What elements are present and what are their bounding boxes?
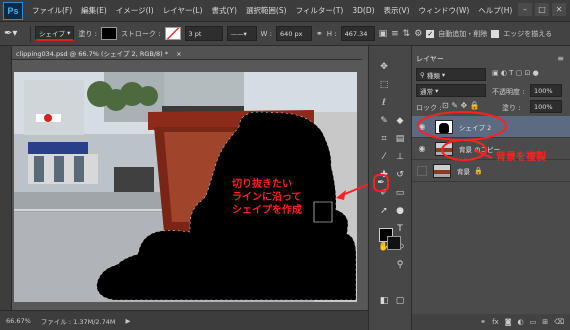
height-field[interactable]: 467.34	[340, 26, 375, 41]
stamp-tool-icon[interactable]: ⊥	[393, 150, 407, 164]
status-bar: 66.67% ファイル : 1.37M/2.74M ▶	[0, 310, 368, 330]
menu-window[interactable]: ウィンドウ(W)	[419, 5, 470, 16]
divider	[30, 25, 31, 42]
annotation-circles	[417, 111, 507, 161]
eraser-tool-icon[interactable]: ▭	[393, 186, 407, 200]
restore-button[interactable]: □	[535, 3, 549, 16]
panel-menu-icon[interactable]: ≡	[557, 54, 564, 63]
shape-mode-label: シェイプ	[39, 30, 65, 38]
history-brush-tool-icon[interactable]: ↺	[393, 168, 407, 182]
photoshop-logo-icon: Ps	[3, 1, 23, 20]
toolbox: ✥ ⬚ ℓ ✎ ⌗ ⁄ ✚ ✐ ⊥ ↺ ▭ ▤ ◆ ● ✒ T ➚ ⬭ ✋ ⚲ …	[368, 46, 412, 330]
fx-icon[interactable]: fx	[492, 318, 499, 326]
menu-3d[interactable]: 3D(D)	[352, 6, 374, 15]
left-strip	[0, 46, 12, 330]
type-tool-icon[interactable]: T	[393, 222, 407, 236]
menu-view[interactable]: 表示(V)	[384, 5, 410, 16]
auto-add-checkbox[interactable]: ✓	[426, 29, 435, 38]
minimize-button[interactable]: –	[518, 3, 532, 16]
zoom-level[interactable]: 66.67%	[6, 317, 31, 325]
menu-image[interactable]: イメージ(I)	[116, 5, 154, 16]
document-tab[interactable]: clipping034.psd @ 66.7% (シェイプ 2, RGB/8) …	[12, 46, 362, 60]
opacity-label: 不透明度 :	[492, 88, 525, 96]
new-layer-icon[interactable]: ⊞	[542, 318, 548, 326]
lasso-tool-icon[interactable]: ℓ	[377, 96, 391, 110]
link-layers-icon[interactable]: ⚭	[480, 318, 486, 326]
menu-filter[interactable]: フィルター(T)	[296, 5, 344, 16]
quick-select-tool-icon[interactable]: ✎	[377, 114, 391, 128]
blend-mode-dropdown[interactable]: 通常 ▾	[416, 84, 486, 97]
screen-mode-icon[interactable]: ▢	[393, 294, 407, 308]
menu-bar: Ps ファイル(F) 編集(E) イメージ(I) レイヤー(L) 書式(Y) 選…	[0, 0, 570, 22]
fill-swatch[interactable]	[100, 27, 117, 40]
background-color-swatch[interactable]	[387, 236, 401, 250]
file-info: ファイル : 1.37M/2.74M	[40, 317, 116, 326]
dodge-tool-icon[interactable]: ●	[393, 204, 407, 218]
canvas-image	[14, 72, 357, 302]
path-select-tool-icon[interactable]: ➚	[377, 204, 391, 218]
layers-panel-tab[interactable]: レイヤー	[416, 54, 444, 64]
status-arrow-icon[interactable]: ▶	[125, 317, 130, 325]
window-controls: – □ ✕	[518, 3, 566, 16]
opacity-field[interactable]: 100%	[530, 84, 562, 97]
arrange-icon[interactable]: ⇅	[403, 29, 411, 39]
width-field[interactable]: 640 px	[276, 26, 313, 41]
group-icon[interactable]: ▭	[530, 318, 537, 326]
zoom-tool-icon[interactable]: ⚲	[393, 258, 407, 272]
layers-panel: レイヤー ≡ ⚲ 種類 ▾ ▣ ◐ T ▢ ⊡ ● 通常 ▾ 不透明度 : 10…	[412, 46, 570, 330]
layer-filter-dropdown[interactable]: ⚲ 種類 ▾	[416, 68, 486, 81]
pen-tool-preset-icon[interactable]: ✒▾	[4, 28, 26, 39]
width-label: W :	[260, 29, 273, 38]
document-title: clipping034.psd @ 66.7% (シェイプ 2, RGB/8) …	[16, 50, 169, 58]
layer-mask-icon[interactable]: ◙	[505, 318, 512, 326]
canvas-area[interactable]: 切り抜きたい ラインに沿って シェイプを作成	[12, 60, 375, 310]
stroke-label: ストローク :	[120, 29, 161, 38]
align-edges-checkbox[interactable]	[491, 29, 500, 38]
layer-filter-label: 種類	[426, 71, 440, 80]
adjustment-layer-icon[interactable]: ◐	[517, 318, 523, 326]
options-bar: ✒▾ シェイプ ▾ 塗り : ストローク : 3 pt ——▾ W : 640 …	[0, 22, 570, 46]
pen-tool-icon[interactable]: ✒	[373, 174, 389, 192]
menu-layer[interactable]: レイヤー(L)	[163, 5, 203, 16]
annotation-line-3: シェイプを作成	[232, 205, 302, 216]
stroke-width-field[interactable]: 3 pt	[184, 26, 223, 41]
link-icon[interactable]: ⚭	[316, 29, 323, 38]
blur-tool-icon[interactable]: ◆	[393, 114, 407, 128]
shape-mode-dropdown[interactable]: シェイプ ▾	[35, 26, 75, 41]
annotation-line-1: 切り抜きたい	[232, 179, 292, 190]
layer-annotation: 背景を複製	[496, 152, 546, 163]
filter-icons[interactable]: ▣ ◐ T ▢ ⊡ ●	[492, 69, 539, 77]
layers-bottom-bar: ⚭ fx ◙ ◐ ▭ ⊞ ⌫	[412, 314, 570, 330]
path-ops-icon[interactable]: ▣	[379, 29, 388, 39]
menu-file[interactable]: ファイル(F)	[32, 5, 72, 16]
crop-tool-icon[interactable]: ⌗	[377, 132, 391, 146]
trash-icon[interactable]: ⌫	[554, 318, 564, 326]
menu-edit[interactable]: 編集(E)	[81, 5, 107, 16]
menu-type[interactable]: 書式(Y)	[212, 5, 237, 16]
move-tool-icon[interactable]: ✥	[377, 60, 391, 74]
stroke-type-dropdown[interactable]: ——▾	[226, 26, 257, 41]
eyedropper-tool-icon[interactable]: ⁄	[377, 150, 391, 164]
gradient-tool-icon[interactable]: ▤	[393, 132, 407, 146]
fill-label: 塗り :	[78, 29, 97, 38]
menu-select[interactable]: 選択範囲(S)	[246, 5, 287, 16]
search-icon: ⚲	[420, 70, 427, 79]
annotation-line-2: ラインに沿って	[232, 192, 302, 203]
blend-mode-label: 通常	[420, 87, 433, 96]
align-edges-label: エッジを揃える	[503, 29, 553, 38]
document-close-icon[interactable]: ×	[176, 50, 181, 58]
height-label: H :	[326, 29, 337, 38]
menu-help[interactable]: ヘルプ(H)	[478, 5, 512, 16]
align-icon[interactable]: ≡	[391, 29, 399, 39]
stroke-swatch[interactable]	[164, 27, 181, 40]
canvas-annotation: 切り抜きたい ラインに沿って シェイプを作成	[232, 178, 302, 217]
settings-gear-icon[interactable]: ⚙	[414, 29, 422, 39]
close-button[interactable]: ✕	[552, 3, 566, 16]
quick-mask-icon[interactable]: ◧	[377, 294, 391, 308]
document-canvas[interactable]	[14, 72, 357, 302]
marquee-tool-icon[interactable]: ⬚	[377, 78, 391, 92]
auto-add-label: 自動追加・削除	[438, 29, 488, 38]
